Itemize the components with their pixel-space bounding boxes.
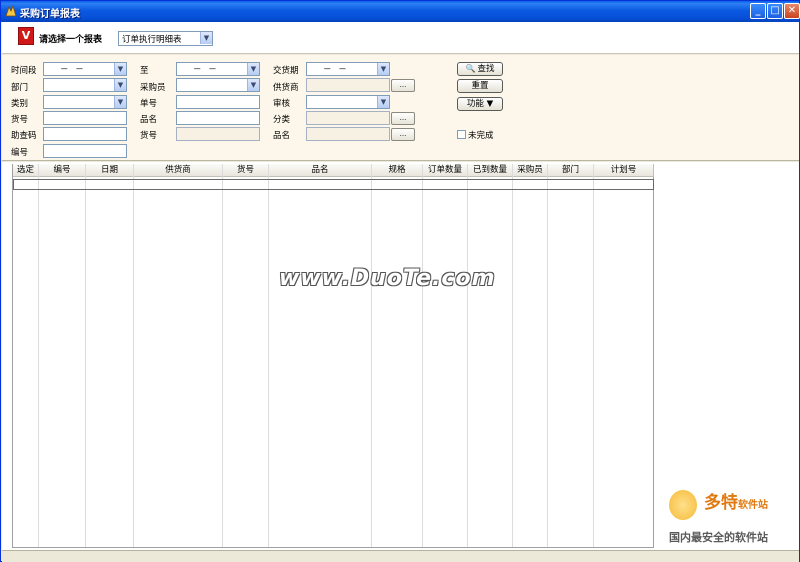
search-button-label: 查找 bbox=[477, 64, 495, 74]
col-divider bbox=[422, 164, 423, 547]
col-header-received-qty[interactable]: 已到数量 bbox=[468, 164, 513, 177]
mascot-icon bbox=[669, 490, 697, 520]
category-label: 类别 bbox=[11, 99, 29, 109]
col-divider bbox=[85, 164, 86, 547]
unfinished-checkbox[interactable] bbox=[457, 130, 466, 139]
col-divider bbox=[268, 164, 269, 547]
time-from-value: － － bbox=[60, 65, 86, 75]
item-name-input[interactable] bbox=[176, 111, 260, 125]
report-select-value: 订单执行明细表 bbox=[122, 35, 182, 45]
category-select[interactable]: ▼ bbox=[43, 95, 127, 109]
status-bar bbox=[2, 550, 799, 562]
supplier-browse-button[interactable]: ... bbox=[391, 79, 415, 92]
number-label: 编号 bbox=[11, 148, 29, 158]
brand-logo: 多特软件站 国内最安全的软件站 bbox=[669, 488, 797, 548]
col-divider bbox=[547, 164, 548, 547]
doc-no-label: 单号 bbox=[140, 99, 158, 109]
delivery-select[interactable]: － － ▼ bbox=[306, 62, 390, 76]
class-label: 分类 bbox=[273, 115, 291, 125]
audit-label: 审核 bbox=[273, 99, 291, 109]
item-no2-label: 货号 bbox=[140, 131, 158, 141]
reset-button[interactable]: 重置 bbox=[457, 79, 503, 93]
col-header-number[interactable]: 编号 bbox=[39, 164, 86, 177]
dept-label: 部门 bbox=[11, 83, 29, 93]
results-table[interactable]: 选定 编号 日期 供货商 货号 品名 规格 订单数量 已到数量 采购员 部门 计… bbox=[12, 164, 654, 548]
item-name2-label: 品名 bbox=[273, 131, 291, 141]
functions-button[interactable]: 功能 ▼ bbox=[457, 97, 503, 111]
brand-suffix: 软件站 bbox=[738, 500, 768, 511]
report-toolbar: V 请选择一个报表 订单执行明细表 ▼ bbox=[2, 22, 799, 54]
chevron-down-icon[interactable]: ▼ bbox=[200, 32, 212, 44]
to-label: 至 bbox=[140, 66, 149, 76]
item-no-label: 货号 bbox=[11, 115, 29, 125]
search-button[interactable]: 🔍 查找 bbox=[457, 62, 503, 76]
brand-name-text: 多特 bbox=[704, 493, 738, 513]
delivery-label: 交货期 bbox=[273, 66, 299, 76]
brand-name: 多特软件站 bbox=[704, 488, 768, 513]
item-name2-browse-button[interactable]: ... bbox=[391, 128, 415, 141]
item-name-label: 品名 bbox=[140, 115, 158, 125]
dept-select[interactable]: ▼ bbox=[43, 78, 127, 92]
buyer-select[interactable]: ▼ bbox=[176, 78, 260, 92]
delivery-value: － － bbox=[323, 65, 349, 75]
report-select[interactable]: 订单执行明细表 ▼ bbox=[118, 31, 213, 46]
time-label: 时间段 bbox=[11, 66, 37, 76]
supplier-input[interactable] bbox=[306, 78, 390, 92]
title-bar[interactable]: 采购订单报表 _ □ ✕ bbox=[1, 1, 800, 22]
col-divider bbox=[222, 164, 223, 547]
search-icon: 🔍 bbox=[465, 64, 476, 73]
col-header-spec[interactable]: 规格 bbox=[372, 164, 423, 177]
item-no2-input[interactable] bbox=[176, 127, 260, 141]
col-header-date[interactable]: 日期 bbox=[86, 164, 134, 177]
brand-slogan: 国内最安全的软件站 bbox=[669, 531, 768, 544]
class-input[interactable] bbox=[306, 111, 390, 125]
col-divider bbox=[38, 164, 39, 547]
col-divider bbox=[467, 164, 468, 547]
watermark: www.DuoTe.com bbox=[279, 266, 496, 291]
supplier-label: 供货商 bbox=[273, 83, 299, 93]
col-divider bbox=[133, 164, 134, 547]
time-to-value: － － bbox=[193, 65, 219, 75]
app-icon bbox=[5, 5, 17, 17]
col-divider bbox=[371, 164, 372, 547]
item-name2-input[interactable] bbox=[306, 127, 390, 141]
col-header-dept[interactable]: 部门 bbox=[548, 164, 594, 177]
close-button[interactable]: ✕ bbox=[784, 3, 800, 19]
search-code-input[interactable] bbox=[43, 127, 127, 141]
col-header-supplier[interactable]: 供货商 bbox=[134, 164, 223, 177]
minimize-button[interactable]: _ bbox=[750, 3, 766, 19]
col-divider bbox=[512, 164, 513, 547]
buyer-label: 采购员 bbox=[140, 83, 166, 93]
chevron-down-icon[interactable]: ▼ bbox=[377, 96, 389, 108]
col-header-item-name[interactable]: 品名 bbox=[269, 164, 372, 177]
table-row[interactable] bbox=[13, 179, 654, 190]
class-browse-button[interactable]: ... bbox=[391, 112, 415, 125]
audit-select[interactable]: ▼ bbox=[306, 95, 390, 109]
report-logo-icon: V bbox=[18, 27, 34, 45]
search-code-label: 助查码 bbox=[11, 131, 37, 141]
col-header-plan-no[interactable]: 计划号 bbox=[594, 164, 654, 177]
col-header-select[interactable]: 选定 bbox=[13, 164, 39, 177]
chevron-down-icon[interactable]: ▼ bbox=[377, 63, 389, 75]
col-header-buyer[interactable]: 采购员 bbox=[513, 164, 548, 177]
main-window: 采购订单报表 _ □ ✕ V 请选择一个报表 订单执行明细表 ▼ 时间段 － －… bbox=[0, 0, 800, 562]
chevron-down-icon[interactable]: ▼ bbox=[247, 63, 259, 75]
window-title: 采购订单报表 bbox=[20, 9, 80, 20]
number-input[interactable] bbox=[43, 144, 127, 158]
time-to-select[interactable]: － － ▼ bbox=[176, 62, 260, 76]
maximize-button[interactable]: □ bbox=[767, 3, 783, 19]
filter-panel: 时间段 － － ▼ 部门 ▼ 类别 ▼ 货号 助查码 编号 至 － － ▼ 采购… bbox=[2, 55, 799, 161]
unfinished-label: 未完成 bbox=[468, 131, 494, 141]
report-select-label: 请选择一个报表 bbox=[39, 35, 103, 45]
chevron-down-icon[interactable]: ▼ bbox=[114, 79, 126, 91]
chevron-down-icon[interactable]: ▼ bbox=[114, 96, 126, 108]
item-no-input[interactable] bbox=[43, 111, 127, 125]
col-header-order-qty[interactable]: 订单数量 bbox=[423, 164, 468, 177]
chevron-down-icon[interactable]: ▼ bbox=[114, 63, 126, 75]
time-from-select[interactable]: － － ▼ bbox=[43, 62, 127, 76]
col-divider bbox=[593, 164, 594, 547]
chevron-down-icon[interactable]: ▼ bbox=[247, 79, 259, 91]
doc-no-input[interactable] bbox=[176, 95, 260, 109]
col-header-item-no[interactable]: 货号 bbox=[223, 164, 269, 177]
